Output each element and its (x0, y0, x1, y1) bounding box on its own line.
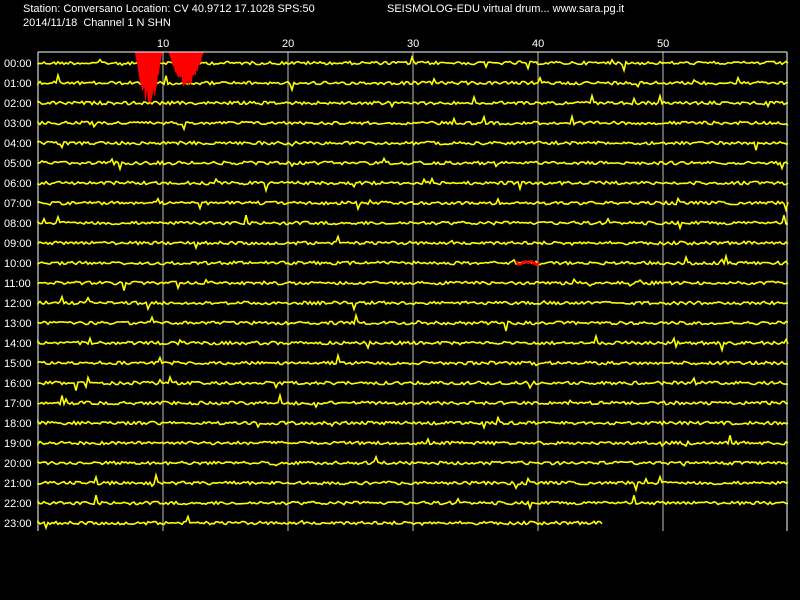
seismic-event-1 (134, 52, 163, 103)
x-tick-label-30: 30 (407, 38, 419, 50)
row-label-0400: 04:00 (4, 138, 32, 150)
seismic-event-2 (168, 52, 204, 87)
x-tick-label-10: 10 (157, 38, 169, 50)
trace-2300 (37, 514, 603, 531)
row-label-0100: 01:00 (4, 78, 32, 90)
row-label-1100: 11:00 (4, 278, 31, 290)
row-label-1600: 16:00 (4, 378, 32, 390)
row-label-1000: 10:00 (4, 258, 32, 270)
row-label-1400: 14:00 (4, 338, 32, 350)
row-label-1700: 17:00 (4, 398, 32, 410)
x-tick-label-50: 50 (657, 38, 669, 50)
row-label-1800: 18:00 (4, 418, 32, 430)
row-label-0900: 09:00 (4, 238, 32, 250)
row-label-2100: 21:00 (4, 478, 32, 490)
row-label-1300: 13:00 (4, 318, 32, 330)
row-label-0200: 02:00 (4, 98, 32, 110)
row-label-1200: 12:00 (4, 298, 32, 310)
row-label-0800: 08:00 (4, 218, 32, 230)
row-label-0000: 00:00 (4, 58, 32, 70)
seismogram-drum: 10 20 30 40 50 00:00 01:00 02:00 03:00 04:00 05:00… (4, 38, 789, 531)
row-label-0300: 03:00 (4, 118, 32, 130)
x-tick-label-20: 20 (282, 38, 294, 50)
row-label-2200: 22:00 (4, 498, 32, 510)
row-label-2300: 23:00 (4, 518, 32, 530)
row-label-0600: 06:00 (4, 178, 32, 190)
x-tick-label-40: 40 (532, 38, 544, 50)
row-label-0700: 07:00 (4, 198, 32, 210)
row-label-0500: 05:00 (4, 158, 32, 170)
row-label-1500: 15:00 (4, 358, 32, 370)
row-label-2000: 20:00 (4, 458, 32, 470)
row-label-1900: 19:00 (4, 438, 32, 450)
